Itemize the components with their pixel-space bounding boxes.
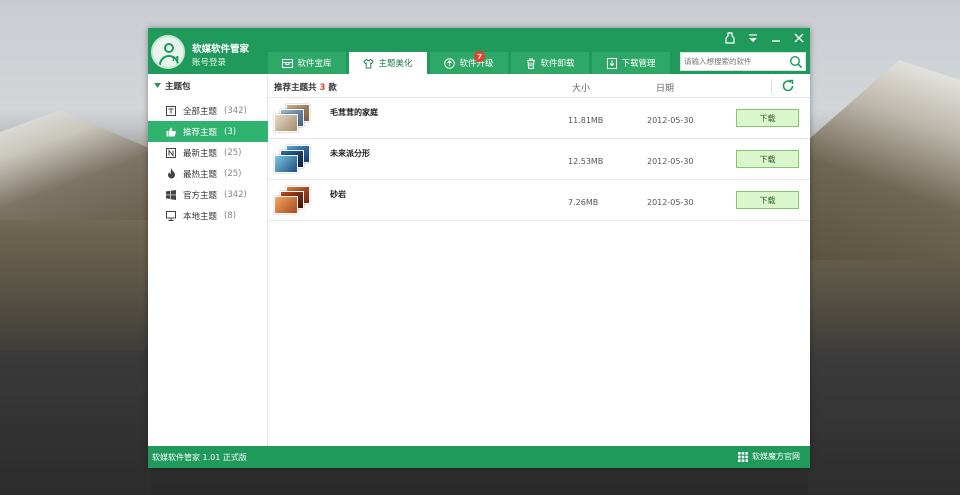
tshirt-icon [363,58,375,69]
sidebar-header[interactable]: 主题包 [154,80,191,92]
background-road-right [808,360,960,495]
sidebar: 主题包 全部主题 (342) 推荐主题 (3) 最新主题 (25) 最热主题 (… [148,74,268,446]
theme-thumbnail [274,186,320,216]
sidebar-item-newest[interactable]: 最新主题 (25) [148,142,268,163]
theme-name: 未来派分形 [330,149,370,158]
background-mountain-left [0,110,150,220]
search-box [680,52,806,71]
theme-date: 2012-05-30 [647,157,694,166]
login-link[interactable]: 账号登录 [192,56,226,68]
download-button[interactable]: 下载 [736,150,799,168]
download-icon [606,57,617,69]
background-mountain-right [808,60,960,260]
theme-size: 11.81MB [568,116,604,125]
close-icon[interactable] [787,30,810,46]
sidebar-list: 全部主题 (342) 推荐主题 (3) 最新主题 (25) 最热主题 (25) … [148,100,268,226]
triangle-down-icon [154,83,161,88]
windows-icon [166,189,176,200]
main-tabs: 软件宝库 主题美化 软件升级 7 软件卸载 下载管理 [268,51,673,74]
download-button[interactable]: 下载 [736,109,799,127]
theme-thumbnail [274,145,320,175]
tab-upgrade[interactable]: 软件升级 7 [430,51,508,74]
table-row[interactable]: 砂岩 7.26MB 2012-05-30 下载 [268,180,810,221]
minimize-icon[interactable] [764,30,787,46]
search-input[interactable] [681,53,785,70]
sidebar-item-hottest[interactable]: 最热主题 (25) [148,163,268,184]
theme-size: 12.53MB [568,157,604,166]
theme-list-panel: 推荐主题共 3 款 大小 日期 毛茸茸的家庭 11.81MB 2012-05-3… [268,74,810,446]
sidebar-item-official[interactable]: 官方主题 (342) [148,184,268,205]
upgrade-icon [444,57,456,69]
download-button[interactable]: 下载 [736,191,799,209]
refresh-icon[interactable] [781,79,795,93]
trash-icon [525,58,536,69]
avatar[interactable]: M [151,35,185,69]
monitor-icon [166,210,176,221]
status-bar: 软媒软件管家 1.01 正式版 软媒魔方官网 [148,446,810,468]
grid-icon [738,451,748,462]
theme-date: 2012-05-30 [647,198,694,207]
store-icon [282,58,294,69]
tab-software-store[interactable]: 软件宝库 [268,52,346,74]
tab-download-manager[interactable]: 下载管理 [592,52,670,74]
list-header: 推荐主题共 3 款 大小 日期 [268,74,810,98]
tab-uninstall[interactable]: 软件卸载 [511,52,589,74]
official-site-link[interactable]: 软媒魔方官网 [738,451,800,462]
sidebar-item-local[interactable]: 本地主题 (8) [148,205,268,226]
all-themes-icon [166,105,176,116]
update-count-badge: 7 [474,51,485,62]
window-controls [718,30,810,46]
version-label: 软媒软件管家 1.01 正式版 [152,453,247,462]
app-window: M 软媒软件管家 账号登录 软件宝库 主题美化 软件升级 7 软件卸载 下载管理… [148,28,810,468]
theme-rows: 毛茸茸的家庭 11.81MB 2012-05-30 下载 未来派分形 12.53… [268,98,810,221]
app-name: 软媒软件管家 [192,44,250,55]
theme-date: 2012-05-30 [647,116,694,125]
column-header-date[interactable]: 日期 [656,81,674,94]
title-bar[interactable]: M 软媒软件管家 账号登录 软件宝库 主题美化 软件升级 7 软件卸载 下载管理… [148,28,810,74]
background-road-left [0,350,150,495]
theme-thumbnail [274,104,320,134]
skin-icon[interactable] [718,30,741,46]
search-icon[interactable] [789,55,803,69]
header-divider [771,79,772,93]
table-row[interactable]: 毛茸茸的家庭 11.81MB 2012-05-30 下载 [268,98,810,139]
theme-size: 7.26MB [568,198,599,207]
new-icon [166,147,176,158]
sidebar-item-all-themes[interactable]: 全部主题 (342) [148,100,268,121]
flame-icon [166,168,176,179]
theme-name: 砂岩 [330,190,346,199]
tab-theme[interactable]: 主题美化 [349,52,427,74]
list-title: 推荐主题共 3 款 [274,83,337,93]
table-row[interactable]: 未来派分形 12.53MB 2012-05-30 下载 [268,139,810,180]
sidebar-item-recommended[interactable]: 推荐主题 (3) [148,121,268,142]
column-header-size[interactable]: 大小 [572,81,590,94]
thumbs-up-icon [166,127,176,137]
theme-name: 毛茸茸的家庭 [330,108,378,117]
menu-icon[interactable] [741,30,764,46]
